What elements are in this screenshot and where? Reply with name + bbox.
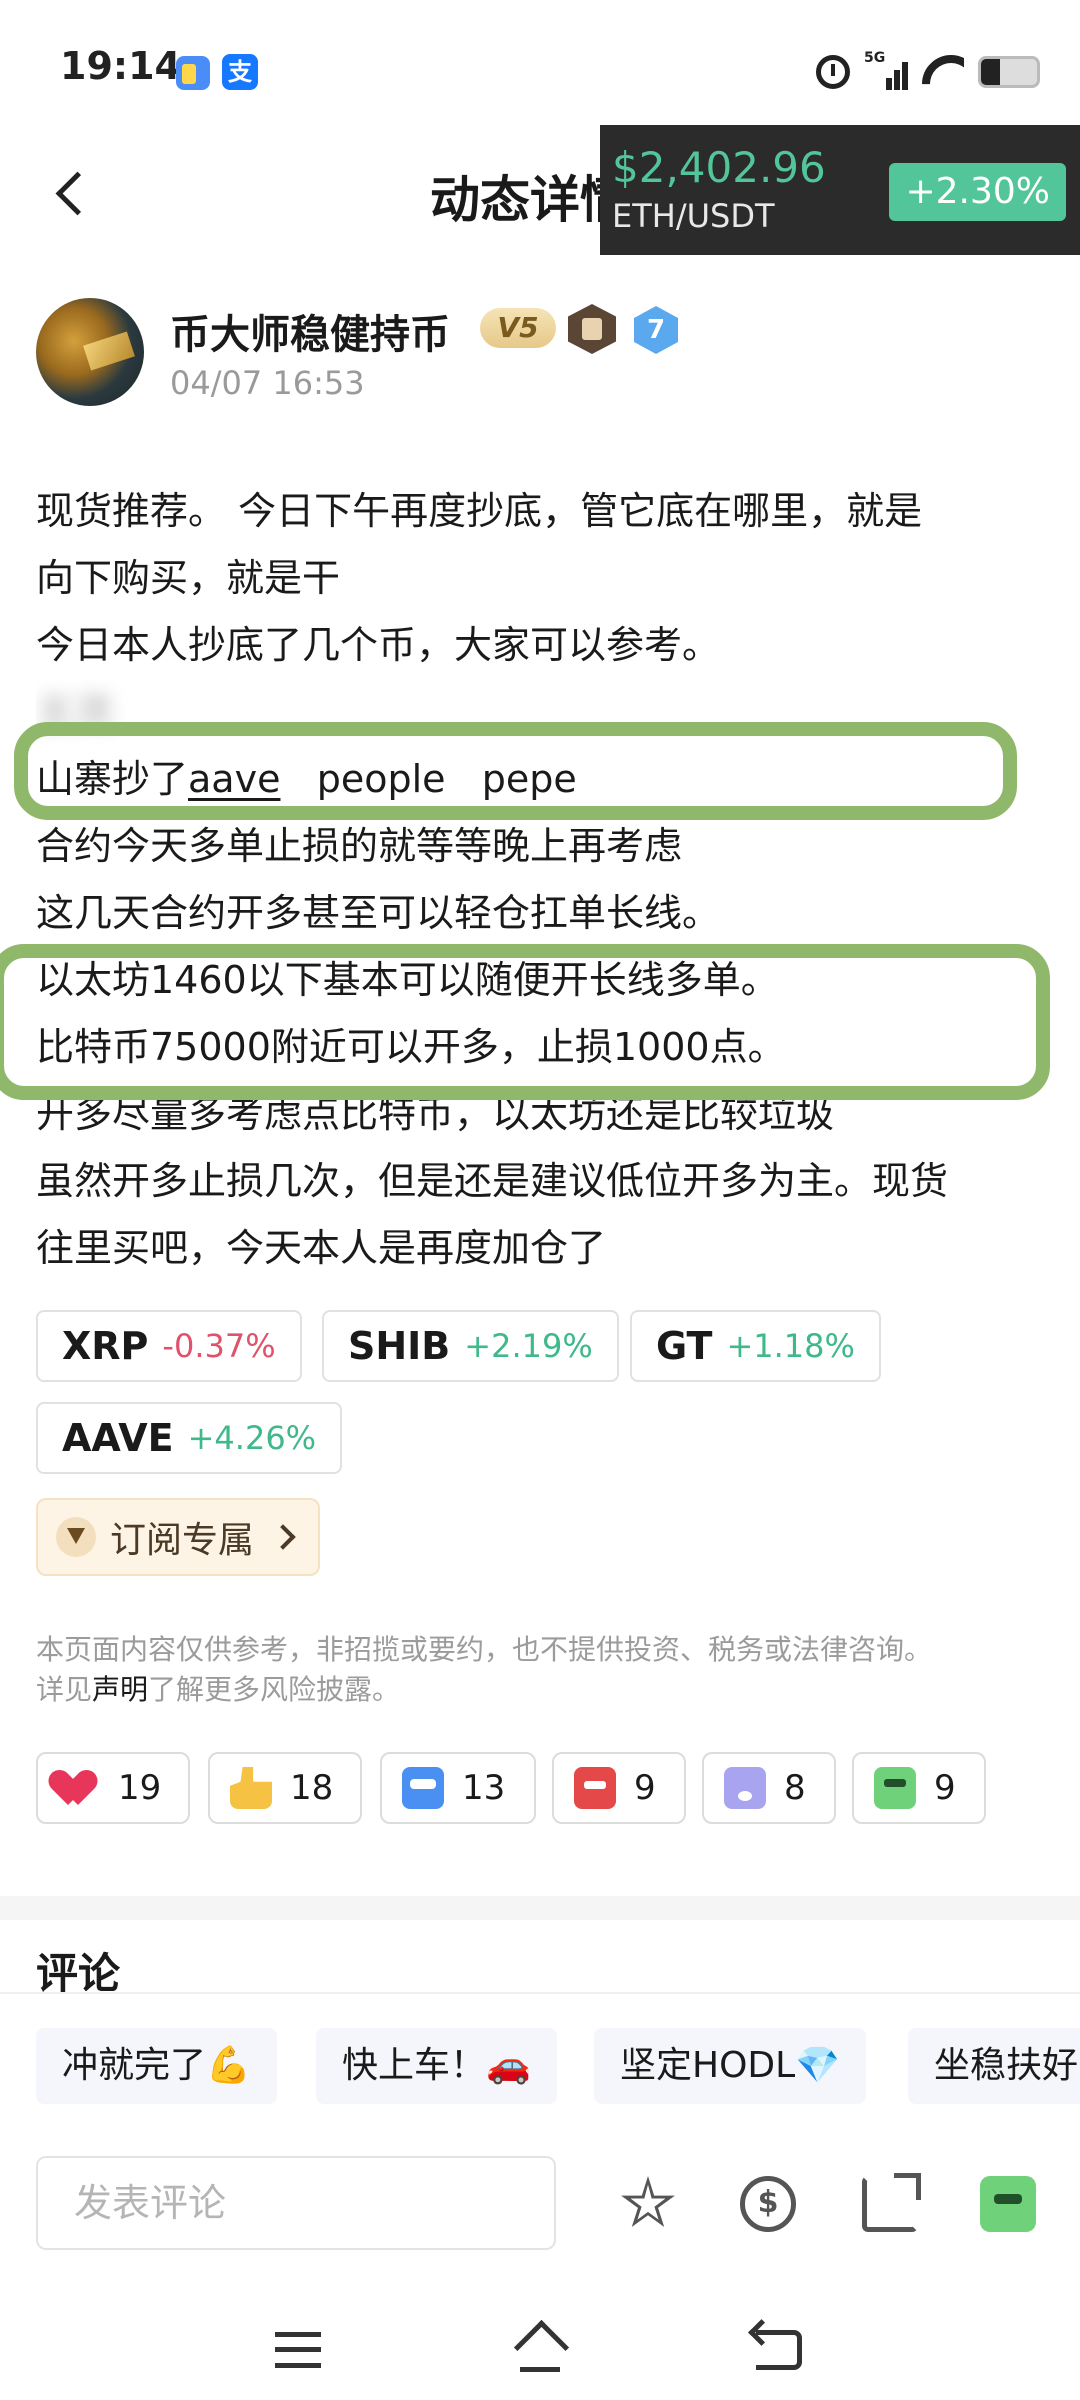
post-body: 现货推荐。 今日下午再度抄底，管它底在哪里，就是 向下购买，就是干 今日本人抄底…	[36, 478, 1046, 1282]
status-icons: 5G	[816, 50, 1040, 94]
post-line-altcoins: 山寨抄了aave people pepe	[36, 746, 1046, 813]
post-line: 虽然开多止损几次，但是还是建议低位开多为主。现货	[36, 1159, 949, 1203]
coin-chip-xrp[interactable]: XRP -0.37%	[36, 1310, 302, 1382]
disclaimer-prefix: 详见	[36, 1673, 93, 1706]
quick-reply[interactable]: 坚定HODL💎	[594, 2028, 867, 2104]
back-button[interactable]	[50, 164, 100, 224]
menu-icon[interactable]	[275, 2332, 321, 2368]
coin-chip-gt[interactable]: GT +1.18%	[630, 1310, 881, 1382]
author-name[interactable]: 币大师稳健持币	[170, 302, 450, 360]
share-icon[interactable]	[862, 2173, 921, 2232]
vip-badge: V5	[480, 308, 556, 348]
notification-app-icon	[176, 56, 210, 90]
ticker-change: +2.30%	[889, 163, 1066, 221]
coin-symbol: XRP	[62, 1324, 149, 1368]
chevron-right-icon	[270, 1524, 296, 1550]
disclaimer-suffix: 了解更多风险披露。	[148, 1673, 401, 1706]
quick-replies: 冲就完了💪 快上车！🚗 坚定HODL💎 坐稳扶好	[36, 2028, 1080, 2104]
ticker-pair: ETH/USDT	[612, 197, 775, 235]
post-line: 向下购买，就是干	[36, 556, 341, 600]
star-icon[interactable]	[621, 2176, 675, 2227]
signal-icon: 5G	[864, 50, 908, 90]
reaction-angry[interactable]: 9	[552, 1752, 686, 1824]
section-divider	[0, 1896, 1080, 1920]
reaction-count: 18	[290, 1768, 334, 1808]
level-badge: 7	[634, 306, 678, 354]
coin-symbol: GT	[656, 1324, 713, 1368]
network-type: 5G	[864, 50, 886, 66]
coin-chip-shib[interactable]: SHIB +2.19%	[322, 1310, 619, 1382]
reaction-count: 19	[118, 1768, 162, 1808]
reaction-count: 9	[634, 1768, 656, 1808]
emoji-icon[interactable]	[980, 2176, 1036, 2232]
coin-change: +4.26%	[187, 1419, 317, 1457]
altcoin-label: 山寨抄了	[36, 757, 189, 801]
post-time: 04/07 16:53	[170, 364, 365, 402]
comments-divider	[0, 1992, 1080, 1994]
ticker-price: $2,402.96	[612, 143, 826, 192]
post-line-blurred: 主流	[36, 679, 1046, 746]
altcoin-people: people	[316, 757, 446, 801]
disclaimer-text: 本页面内容仅供参考，非招揽或要约，也不提供投资、税务或法律咨询。	[36, 1633, 933, 1666]
subscribe-button[interactable]: 订阅专属	[36, 1498, 321, 1576]
heart-icon	[58, 1767, 100, 1809]
coin-change: +1.18%	[726, 1327, 855, 1365]
reaction-count: 9	[934, 1768, 956, 1808]
quick-reply[interactable]: 快上车！🚗	[316, 2028, 557, 2104]
reaction-thumbs-up[interactable]: 18	[208, 1752, 362, 1824]
price-ticker[interactable]: $2,402.96 ETH/USDT +2.30%	[600, 125, 1080, 255]
home-icon[interactable]	[512, 2326, 568, 2374]
reaction-hodl[interactable]: 13	[380, 1752, 536, 1824]
author-row: 币大师稳健持币 V5 7 04/07 16:53	[36, 298, 1046, 408]
crown-icon	[56, 1517, 96, 1557]
statement-link[interactable]: 声明	[92, 1673, 148, 1706]
coin-symbol: AAVE	[62, 1416, 174, 1460]
subscribe-label: 订阅专属	[110, 1520, 255, 1561]
post-line: 以太坊1460以下基本可以随便开长线多单。	[36, 958, 779, 1002]
reactions-bar: 19 18 13 9 8 9	[36, 1752, 1046, 1824]
reaction-heart[interactable]: 19	[36, 1752, 190, 1824]
reaction-shocked[interactable]: 8	[702, 1752, 836, 1824]
reaction-count: 8	[784, 1768, 806, 1808]
coin-chip-aave[interactable]: AAVE +4.26%	[36, 1402, 343, 1474]
battery-icon	[978, 56, 1040, 88]
status-bar: 19:14 支 5G	[0, 0, 1080, 120]
coin-change: -0.37%	[162, 1327, 276, 1365]
shocked-icon	[724, 1767, 766, 1809]
altcoin-pepe: pepe	[481, 757, 577, 801]
certificate-badge-icon	[568, 304, 616, 354]
post-line: 今日本人抄底了几个币，大家可以参考。	[36, 623, 721, 667]
post-line: 现货推荐。 今日下午再度抄底，管它底在哪里，就是	[36, 489, 923, 533]
reaction-sick[interactable]: 9	[852, 1752, 986, 1824]
reaction-count: 13	[462, 1768, 506, 1808]
post-line: 合约今天多单止损的就等等晚上再考虑	[36, 824, 683, 868]
thumbs-up-icon	[230, 1767, 272, 1809]
avatar[interactable]	[36, 298, 144, 406]
quick-reply[interactable]: 冲就完了💪	[36, 2028, 277, 2104]
altcoin-aave: aave	[188, 757, 281, 801]
post-line: 往里买吧，今天本人是再度加仓了	[36, 1226, 607, 1270]
hodl-icon	[402, 1767, 444, 1809]
coin-symbol: SHIB	[348, 1324, 451, 1368]
alipay-icon: 支	[222, 54, 258, 90]
quick-reply[interactable]: 坐稳扶好	[908, 2028, 1080, 2104]
status-time: 19:14	[60, 44, 181, 88]
return-icon[interactable]	[756, 2330, 802, 2370]
post-line: 比特币75000附近可以开多，止损1000点。	[36, 1025, 786, 1069]
post-line: 开多尽量多考虑点比特币，以太坊还是比较垃圾	[36, 1092, 835, 1136]
comment-input[interactable]	[36, 2156, 556, 2250]
angry-icon	[574, 1767, 616, 1809]
sick-icon	[874, 1767, 916, 1809]
post-line: 这几天合约开多甚至可以轻仓扛单长线。	[36, 891, 721, 935]
coin-change: +2.19%	[464, 1327, 593, 1365]
alarm-icon	[816, 55, 850, 89]
blurred-text: 主流	[36, 690, 113, 734]
system-nav-bar	[0, 2300, 1080, 2400]
wifi-icon	[922, 55, 964, 89]
tip-coin-icon[interactable]	[740, 2176, 796, 2232]
disclaimer: 本页面内容仅供参考，非招揽或要约，也不提供投资、税务或法律咨询。 详见声明了解更…	[36, 1630, 1046, 1710]
